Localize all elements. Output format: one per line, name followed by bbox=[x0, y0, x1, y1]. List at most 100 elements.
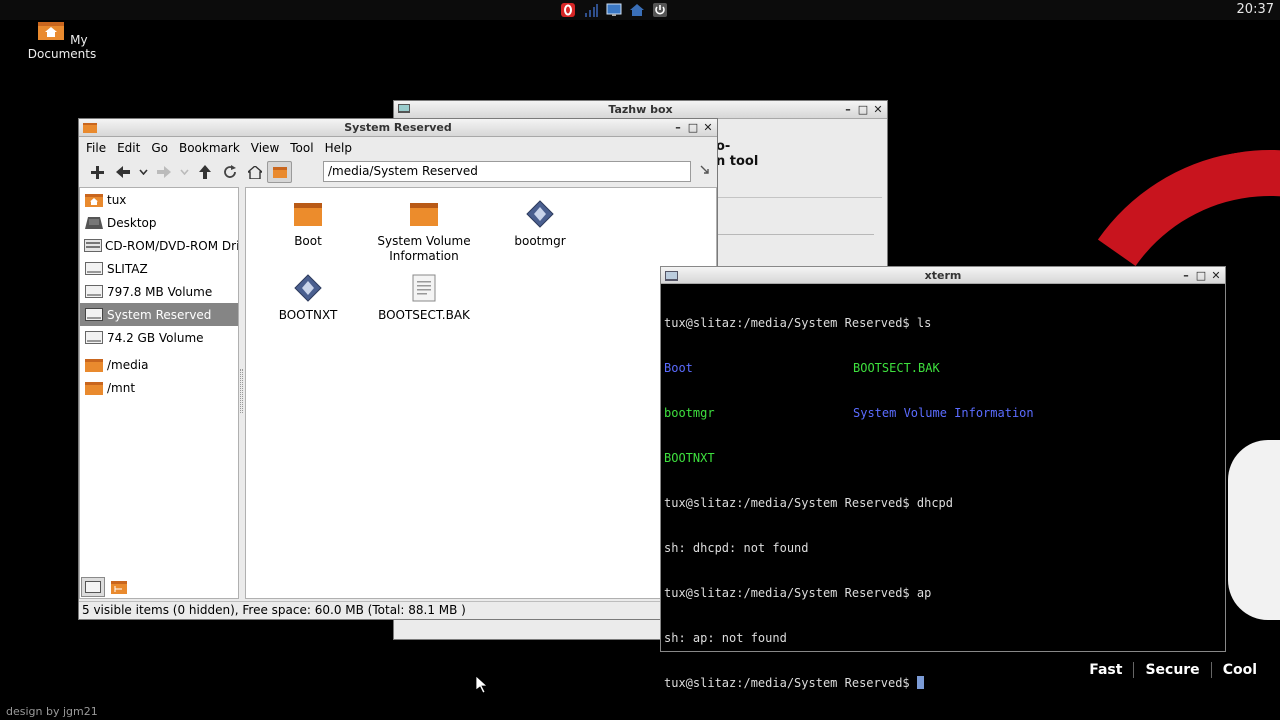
file-item-bootsect-bak[interactable]: BOOTSECT.BAK bbox=[366, 272, 482, 323]
side-pane-switcher bbox=[79, 577, 131, 599]
places-view-button[interactable] bbox=[81, 577, 105, 597]
slitaz-logo-mascot bbox=[1228, 440, 1280, 620]
xterm-window[interactable]: xterm – □ ✕ tux@slitaz:/media/System Res… bbox=[660, 266, 1226, 690]
forward-history-dropdown[interactable] bbox=[176, 161, 192, 183]
file-item-boot[interactable]: Boot bbox=[250, 198, 366, 249]
minimize-button[interactable]: – bbox=[842, 103, 854, 116]
terminal-output[interactable]: tux@slitaz:/media/System Reserved$ ls Bo… bbox=[661, 284, 1225, 720]
home-button[interactable] bbox=[242, 161, 267, 183]
menu-edit[interactable]: Edit bbox=[117, 141, 140, 155]
monitor-icon[interactable] bbox=[603, 0, 625, 20]
network-signal-icon[interactable] bbox=[580, 0, 602, 20]
file-name: System Volume Information bbox=[377, 234, 471, 263]
sidebar-item-system-reserved[interactable]: System Reserved bbox=[80, 303, 238, 326]
history-dropdown[interactable] bbox=[135, 161, 151, 183]
close-button[interactable]: ✕ bbox=[872, 103, 884, 116]
up-button[interactable] bbox=[192, 161, 217, 183]
bookmark-item-mnt[interactable]: /mnt bbox=[80, 376, 238, 399]
close-button[interactable]: ✕ bbox=[1210, 269, 1222, 282]
folder-icon bbox=[366, 198, 482, 230]
chevron-down-icon bbox=[179, 169, 189, 175]
maximize-button[interactable]: □ bbox=[687, 121, 699, 134]
reload-button[interactable] bbox=[217, 161, 242, 183]
go-icon[interactable] bbox=[699, 164, 711, 179]
terminal-line: sh: ap: not found bbox=[664, 631, 1222, 646]
menu-go[interactable]: Go bbox=[151, 141, 168, 155]
ls-entry-dir: Boot bbox=[664, 361, 693, 375]
menu-bookmark[interactable]: Bookmark bbox=[179, 141, 240, 155]
new-tab-button[interactable] bbox=[85, 161, 110, 183]
terminal-cursor bbox=[916, 676, 924, 689]
terminal-prompt: tux@slitaz:/media/System Reserved$ bbox=[664, 586, 910, 600]
file-item-bootnxt[interactable]: BOOTNXT bbox=[250, 272, 366, 323]
minimize-button[interactable]: – bbox=[1180, 269, 1192, 282]
menu-view[interactable]: View bbox=[251, 141, 279, 155]
sidebar-item-label: /media bbox=[107, 357, 149, 372]
minimize-button[interactable]: – bbox=[672, 121, 684, 134]
sidebar-item-cdrom[interactable]: CD-ROM/DVD-ROM Drive bbox=[80, 234, 238, 257]
ls-entry-file: bootmgr bbox=[664, 406, 715, 420]
power-icon[interactable] bbox=[649, 0, 671, 20]
sidebar-item-tux[interactable]: tux bbox=[80, 188, 238, 211]
maximize-button[interactable]: □ bbox=[857, 103, 869, 116]
top-panel: 20:37 bbox=[0, 0, 1280, 20]
arrow-left-icon bbox=[115, 166, 130, 178]
file-item-system-volume-information[interactable]: System Volume Information bbox=[366, 198, 482, 264]
tree-view-button[interactable] bbox=[107, 577, 131, 597]
sidebar-item-label: CD-ROM/DVD-ROM Drive bbox=[105, 238, 238, 253]
tazhw-heading-line: o- bbox=[716, 139, 731, 154]
file-item-bootmgr[interactable]: bootmgr bbox=[482, 198, 598, 249]
xterm-titlebar[interactable]: xterm – □ ✕ bbox=[661, 267, 1225, 284]
location-input[interactable]: /media/System Reserved bbox=[323, 161, 691, 182]
drive-icon bbox=[85, 581, 101, 593]
folder-tree-icon bbox=[111, 581, 127, 594]
sidebar-item-label: tux bbox=[107, 192, 127, 207]
menu-help[interactable]: Help bbox=[325, 141, 352, 155]
drive-icon bbox=[84, 308, 104, 321]
file-manager-titlebar[interactable]: System Reserved – □ ✕ bbox=[79, 119, 717, 137]
sidebar-item-slitaz[interactable]: SLITAZ bbox=[80, 257, 238, 280]
plus-icon bbox=[91, 165, 104, 179]
bookmark-item-media[interactable]: /media bbox=[80, 353, 238, 376]
maximize-button[interactable]: □ bbox=[1195, 269, 1207, 282]
terminal-prompt: tux@slitaz:/media/System Reserved$ bbox=[664, 316, 910, 330]
ls-entry-file: BOOTSECT.BAK bbox=[853, 361, 940, 375]
desktop-icon-my-documents[interactable]: My Documents bbox=[14, 20, 110, 61]
pane-splitter[interactable] bbox=[240, 369, 243, 413]
folder-icon bbox=[250, 198, 366, 230]
sidebar-item-74gb-volume[interactable]: 74.2 GB Volume bbox=[80, 326, 238, 349]
menu-tool[interactable]: Tool bbox=[290, 141, 313, 155]
tazhw-titlebar[interactable]: Tazhw box – □ ✕ bbox=[394, 101, 887, 119]
executable-icon bbox=[250, 272, 366, 304]
terminal-prompt: tux@slitaz:/media/System Reserved$ bbox=[664, 496, 910, 510]
sidebar-item-label: 74.2 GB Volume bbox=[107, 330, 204, 345]
location-toggle-button[interactable] bbox=[267, 161, 292, 183]
tazhw-heading-line: n tool bbox=[716, 154, 759, 169]
folder-icon bbox=[84, 381, 104, 395]
file-name: bootmgr bbox=[514, 234, 566, 248]
sidebar-item-797mb-volume[interactable]: 797.8 MB Volume bbox=[80, 280, 238, 303]
forward-button[interactable] bbox=[151, 161, 176, 183]
file-manager-window[interactable]: System Reserved – □ ✕ File Edit Go Bookm… bbox=[78, 118, 718, 620]
close-button[interactable]: ✕ bbox=[702, 121, 714, 134]
home-folder-icon bbox=[84, 193, 104, 207]
chevron-down-icon bbox=[138, 169, 148, 175]
terminal-line: bootmgr System Volume Information bbox=[664, 406, 1222, 421]
ls-entry-file: BOOTNXT bbox=[664, 451, 715, 465]
opera-icon[interactable] bbox=[557, 0, 579, 20]
slogan-word: Secure bbox=[1133, 662, 1210, 678]
terminal-line: BOOTNXT bbox=[664, 451, 1222, 466]
terminal-line: tux@slitaz:/media/System Reserved$ dhcpd bbox=[664, 496, 1222, 511]
sidebar-item-desktop[interactable]: Desktop bbox=[80, 211, 238, 234]
sidebar-item-label: SLITAZ bbox=[107, 261, 148, 276]
file-name: BOOTNXT bbox=[278, 308, 338, 322]
clock[interactable]: 20:37 bbox=[1237, 2, 1274, 17]
sidebar-item-label: 797.8 MB Volume bbox=[107, 284, 213, 299]
terminal-error: sh: dhcpd: not found bbox=[664, 541, 809, 555]
terminal-line: tux@slitaz:/media/System Reserved$ ap bbox=[664, 586, 1222, 601]
back-button[interactable] bbox=[110, 161, 135, 183]
home-icon[interactable] bbox=[626, 0, 648, 20]
slogan-word: Cool bbox=[1210, 662, 1268, 678]
menu-file[interactable]: File bbox=[86, 141, 106, 155]
ls-entry-dir: System Volume Information bbox=[853, 406, 1034, 420]
